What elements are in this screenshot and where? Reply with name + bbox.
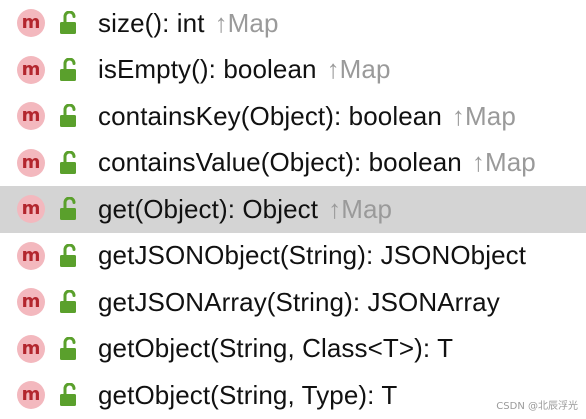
member-row[interactable]: m size(): int ↑Map	[0, 0, 586, 47]
member-row[interactable]: m get(Object): Object ↑Map	[0, 186, 586, 233]
signature-text: containsValue(Object): boolean	[98, 147, 462, 178]
method-badge-icon: m	[17, 9, 45, 38]
member-row[interactable]: m getJSONObject(String): JSONObject	[0, 233, 586, 280]
signature-text: get(Object): Object	[98, 193, 319, 224]
method-badge-icon: m	[17, 241, 45, 270]
signature-text: getJSONArray(String): JSONArray	[98, 286, 500, 317]
method-badge-icon: m	[17, 381, 45, 410]
member-signature: getJSONObject(String): JSONObject	[98, 240, 526, 271]
signature-text: getObject(String, Class<T>): T	[98, 333, 454, 364]
method-badge-icon: m	[17, 102, 45, 131]
member-row[interactable]: m isEmpty(): boolean ↑Map	[0, 47, 586, 94]
owner-type: Map	[484, 147, 536, 178]
open-lock-icon	[58, 196, 80, 221]
method-badge-icon: m	[17, 148, 45, 177]
open-lock-icon	[58, 103, 80, 128]
member-signature: isEmpty(): boolean ↑Map	[98, 54, 391, 85]
method-badge-icon: m	[17, 195, 45, 224]
open-lock-icon	[58, 336, 80, 361]
open-lock-icon	[58, 150, 80, 175]
member-row[interactable]: m getJSONArray(String): JSONArray	[0, 279, 586, 326]
signature-text: getObject(String, Type): T	[98, 379, 398, 410]
owner-type: Map	[465, 100, 516, 131]
inherited-arrow-icon: ↑	[326, 54, 340, 85]
member-signature: getObject(String, Type): T	[98, 380, 397, 411]
owner-type: Map	[341, 193, 393, 224]
open-lock-icon	[58, 10, 80, 35]
owner-type: Map	[227, 7, 279, 38]
method-badge-icon: m	[17, 288, 45, 317]
inherited-arrow-icon: ↑	[214, 7, 228, 38]
inherited-arrow-icon: ↑	[451, 100, 465, 131]
owner-type: Map	[339, 54, 391, 85]
member-signature: containsKey(Object): boolean ↑Map	[98, 101, 516, 132]
signature-text: getJSONObject(String): JSONObject	[98, 240, 527, 271]
member-signature: getJSONArray(String): JSONArray	[98, 287, 500, 318]
member-signature: size(): int ↑Map	[98, 8, 279, 39]
signature-text: size(): int	[98, 7, 205, 38]
signature-text: containsKey(Object): boolean	[98, 100, 442, 131]
open-lock-icon	[58, 57, 80, 82]
member-signature: getObject(String, Class<T>): T	[98, 333, 453, 364]
member-row[interactable]: m containsValue(Object): boolean ↑Map	[0, 140, 586, 187]
member-row[interactable]: m getObject(String, Class<T>): T	[0, 326, 586, 373]
member-row[interactable]: m containsKey(Object): boolean ↑Map	[0, 93, 586, 140]
open-lock-icon	[58, 382, 80, 407]
method-badge-icon: m	[17, 334, 45, 363]
inherited-arrow-icon: ↑	[471, 147, 485, 178]
inherited-arrow-icon: ↑	[328, 193, 342, 224]
member-signature: containsValue(Object): boolean ↑Map	[98, 147, 536, 178]
watermark-text: CSDN @北辰浮光	[496, 401, 578, 412]
open-lock-icon	[58, 289, 80, 314]
method-badge-icon: m	[17, 55, 45, 84]
method-list: m size(): int ↑Map m isEmpty(): boolean ↑M…	[0, 0, 586, 419]
signature-text: isEmpty(): boolean	[98, 54, 317, 85]
member-signature: get(Object): Object ↑Map	[98, 194, 392, 225]
open-lock-icon	[58, 243, 80, 268]
